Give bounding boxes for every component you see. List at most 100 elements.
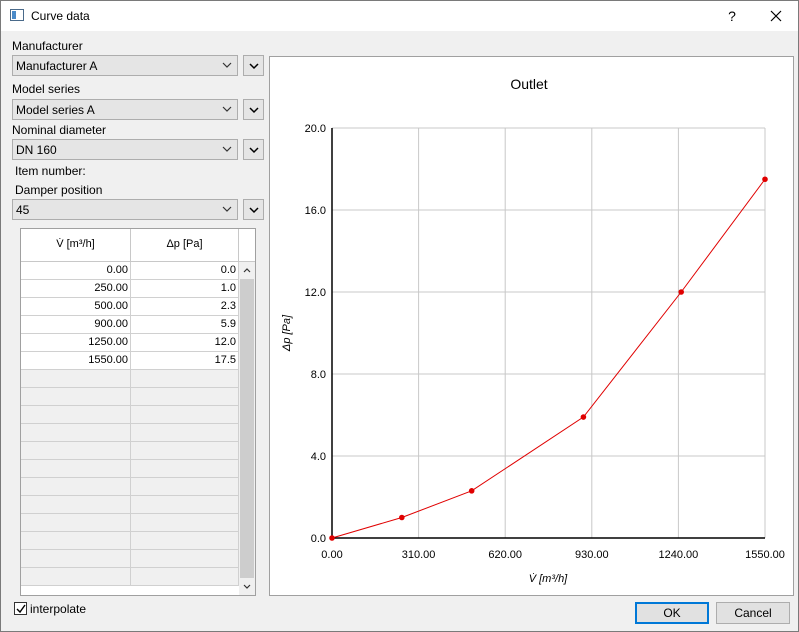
y-tick-label: 16.0 bbox=[305, 205, 326, 217]
empty-table-row[interactable] bbox=[21, 442, 239, 460]
empty-table-row[interactable] bbox=[21, 532, 239, 550]
scroll-thumb[interactable] bbox=[240, 279, 254, 578]
volume-flow-cell[interactable]: 500.00 bbox=[21, 298, 131, 315]
empty-cell[interactable] bbox=[131, 568, 239, 585]
cancel-button[interactable]: Cancel bbox=[716, 602, 790, 624]
model-series-expand-button[interactable] bbox=[243, 99, 264, 120]
manufacturer-expand-button[interactable] bbox=[243, 55, 264, 76]
volume-flow-cell[interactable]: 0.00 bbox=[21, 262, 131, 279]
model-series-select[interactable]: Model series A bbox=[12, 99, 238, 120]
damper-position-select[interactable]: 45 bbox=[12, 199, 238, 220]
empty-cell[interactable] bbox=[131, 550, 239, 567]
x-tick-label: 310.00 bbox=[402, 549, 436, 561]
close-icon bbox=[770, 10, 782, 22]
empty-table-row[interactable] bbox=[21, 370, 239, 388]
empty-table-row[interactable] bbox=[21, 388, 239, 406]
pressure-drop-cell[interactable]: 12.0 bbox=[131, 334, 239, 351]
empty-cell[interactable] bbox=[131, 424, 239, 441]
y-tick-label: 20.0 bbox=[305, 123, 326, 135]
empty-cell[interactable] bbox=[131, 478, 239, 495]
curve-data-table: V̇ [m³/h] Δp [Pa] 0.00 0.0 250.00 1.0 500.00… bbox=[20, 228, 256, 596]
scroll-up-button[interactable] bbox=[239, 262, 255, 279]
table-row[interactable]: 0.00 0.0 bbox=[21, 262, 239, 280]
data-point bbox=[762, 176, 768, 183]
empty-cell[interactable] bbox=[131, 442, 239, 459]
empty-table-row[interactable] bbox=[21, 568, 239, 586]
table-row[interactable]: 500.00 2.3 bbox=[21, 298, 239, 316]
table-body: 0.00 0.0 250.00 1.0 500.00 2.3 900.00 5.9 1250.0… bbox=[21, 262, 239, 586]
y-tick-label: 4.0 bbox=[311, 451, 326, 463]
damper-position-expand-button[interactable] bbox=[243, 199, 264, 220]
empty-cell[interactable] bbox=[21, 442, 131, 459]
empty-cell[interactable] bbox=[131, 460, 239, 477]
x-axis-label: V̇ [m³/h] bbox=[529, 572, 568, 585]
empty-cell[interactable] bbox=[131, 496, 239, 513]
y-tick-label: 12.0 bbox=[305, 287, 326, 299]
series-line bbox=[331, 178, 766, 539]
pressure-drop-cell[interactable]: 5.9 bbox=[131, 316, 239, 333]
empty-table-row[interactable] bbox=[21, 478, 239, 496]
empty-cell[interactable] bbox=[21, 568, 131, 585]
interpolate-checkbox[interactable] bbox=[14, 602, 27, 615]
checkmark-icon bbox=[16, 604, 26, 614]
empty-table-row[interactable] bbox=[21, 406, 239, 424]
empty-cell[interactable] bbox=[21, 406, 131, 423]
empty-cell[interactable] bbox=[21, 460, 131, 477]
title-bar: Curve data ? bbox=[1, 1, 798, 31]
empty-cell[interactable] bbox=[21, 424, 131, 441]
ok-button[interactable]: OK bbox=[635, 602, 709, 624]
empty-table-row[interactable] bbox=[21, 514, 239, 532]
chevron-down-icon bbox=[249, 107, 259, 114]
y-tick-label: 0.0 bbox=[311, 533, 326, 545]
chart-title: Outlet bbox=[510, 76, 547, 92]
x-tick-label: 0.00 bbox=[321, 549, 342, 561]
volume-flow-cell[interactable]: 250.00 bbox=[21, 280, 131, 297]
close-button[interactable] bbox=[761, 1, 791, 31]
empty-cell[interactable] bbox=[131, 388, 239, 405]
help-button[interactable]: ? bbox=[717, 1, 747, 31]
empty-cell[interactable] bbox=[131, 406, 239, 423]
column-header-pressure-drop[interactable]: Δp [Pa] bbox=[131, 229, 239, 262]
empty-table-row[interactable] bbox=[21, 496, 239, 514]
chevron-down-icon bbox=[249, 63, 259, 70]
nominal-diameter-expand-button[interactable] bbox=[243, 139, 264, 160]
nominal-diameter-select[interactable]: DN 160 bbox=[12, 139, 238, 160]
empty-cell[interactable] bbox=[131, 514, 239, 531]
volume-flow-cell[interactable]: 900.00 bbox=[21, 316, 131, 333]
scroll-down-button[interactable] bbox=[239, 578, 255, 595]
table-row[interactable]: 900.00 5.9 bbox=[21, 316, 239, 334]
manufacturer-select[interactable]: Manufacturer A bbox=[12, 55, 238, 76]
empty-cell[interactable] bbox=[21, 388, 131, 405]
volume-flow-cell[interactable]: 1250.00 bbox=[21, 334, 131, 351]
chevron-down-icon bbox=[222, 206, 232, 212]
model-series-value: Model series A bbox=[16, 103, 95, 117]
pressure-drop-cell[interactable]: 1.0 bbox=[131, 280, 239, 297]
pressure-drop-cell[interactable]: 0.0 bbox=[131, 262, 239, 279]
table-scrollbar[interactable] bbox=[239, 262, 255, 595]
table-row[interactable]: 1550.00 17.5 bbox=[21, 352, 239, 370]
empty-cell[interactable] bbox=[21, 550, 131, 567]
pressure-drop-cell[interactable]: 2.3 bbox=[131, 298, 239, 315]
empty-cell[interactable] bbox=[21, 496, 131, 513]
data-point bbox=[468, 488, 475, 494]
manufacturer-label: Manufacturer bbox=[12, 39, 83, 53]
interpolate-label[interactable]: interpolate bbox=[30, 602, 86, 616]
column-header-volume-flow[interactable]: V̇ [m³/h] bbox=[21, 229, 131, 262]
table-row[interactable]: 1250.00 12.0 bbox=[21, 334, 239, 352]
table-row[interactable]: 250.00 1.0 bbox=[21, 280, 239, 298]
empty-cell[interactable] bbox=[131, 532, 239, 549]
empty-cell[interactable] bbox=[21, 532, 131, 549]
empty-cell[interactable] bbox=[131, 370, 239, 387]
pressure-drop-cell[interactable]: 17.5 bbox=[131, 352, 239, 369]
empty-table-row[interactable] bbox=[21, 424, 239, 442]
empty-table-row[interactable] bbox=[21, 460, 239, 478]
empty-cell[interactable] bbox=[21, 514, 131, 531]
empty-cell[interactable] bbox=[21, 478, 131, 495]
item-number-label: Item number: bbox=[15, 164, 86, 178]
volume-flow-cell[interactable]: 1550.00 bbox=[21, 352, 131, 369]
y-tick-label: 8.0 bbox=[311, 369, 326, 381]
x-tick-label: 1240.00 bbox=[659, 549, 699, 561]
empty-cell[interactable] bbox=[21, 370, 131, 387]
empty-table-row[interactable] bbox=[21, 550, 239, 568]
data-point bbox=[580, 414, 587, 420]
